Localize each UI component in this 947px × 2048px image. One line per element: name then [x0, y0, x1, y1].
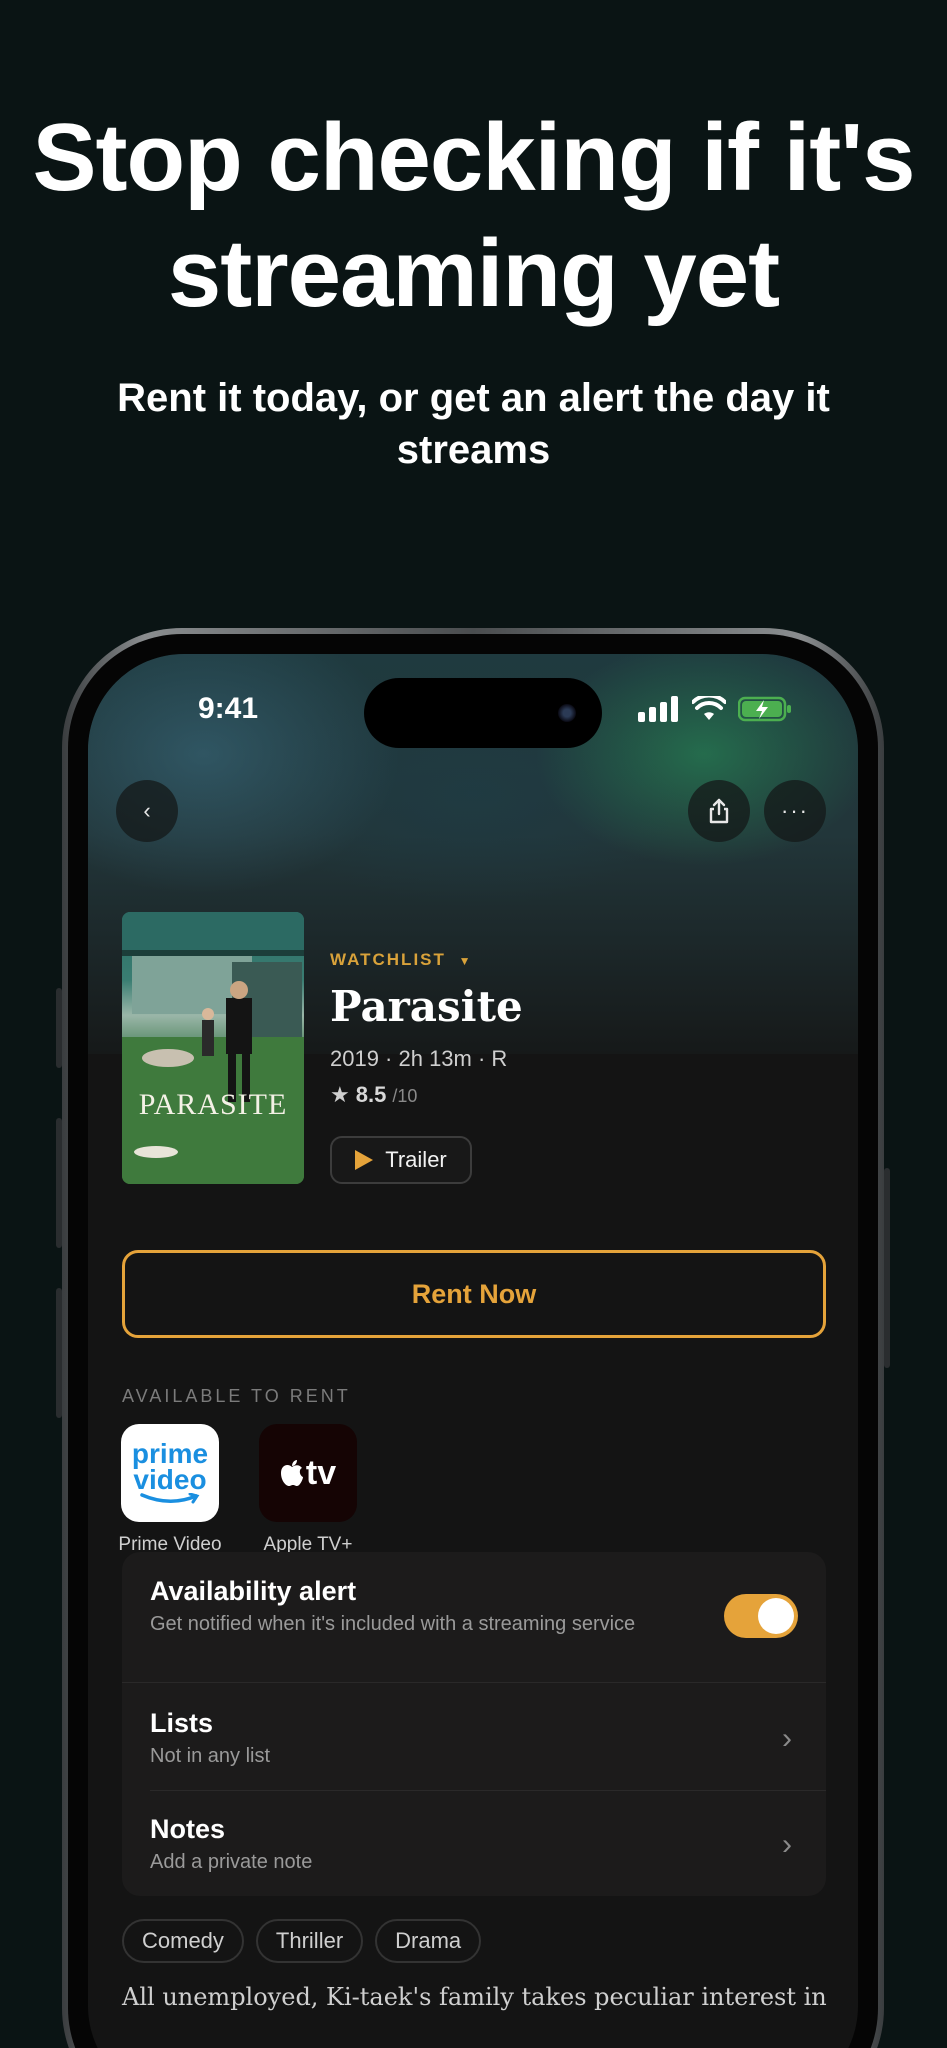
back-button[interactable]: ‹: [116, 780, 178, 842]
more-button[interactable]: ···: [764, 780, 826, 842]
power-button: [884, 1168, 890, 1368]
watchlist-dropdown[interactable]: WATCHLIST ▼: [330, 950, 473, 970]
provider-apple-tv[interactable]: tv Apple TV+: [256, 1424, 360, 1556]
battery-charging-icon: [738, 696, 791, 722]
prime-video-icon: prime video: [121, 1424, 219, 1522]
genre-tag[interactable]: Comedy: [122, 1919, 244, 1963]
movie-meta: 2019 · 2h 13m · R: [330, 1046, 508, 1071]
more-icon: ···: [781, 798, 809, 823]
apple-tv-icon: tv: [259, 1424, 357, 1522]
divider: [122, 1682, 826, 1683]
availability-alert-subtitle: Get notified when it's included with a s…: [150, 1613, 636, 1635]
volume-down-button: [56, 1288, 62, 1418]
availability-alert-row: Availability alert Get notified when it'…: [150, 1576, 798, 1637]
provider-prime-video[interactable]: prime video Prime Video: [118, 1424, 222, 1556]
trailer-button[interactable]: Trailer: [330, 1136, 472, 1184]
promo-subheadline: Rent it today, or get an alert the day i…: [117, 376, 830, 472]
rent-now-button[interactable]: Rent Now: [122, 1250, 826, 1338]
chevron-right-icon: ›: [782, 1828, 792, 1861]
status-icons: [638, 696, 792, 722]
toggle-knob: [758, 1598, 794, 1634]
poster-title: PARASITE: [138, 1088, 288, 1121]
volume-up-button: [56, 1118, 62, 1248]
movie-synopsis: All unemployed, Ki-taek's family takes p…: [122, 1983, 827, 2011]
lists-title: Lists: [150, 1708, 214, 1738]
availability-alert-title: Availability alert: [150, 1576, 357, 1606]
phone-screen: 9:41 ‹ ··· PARASITE WATCHLIST ▼ Parasite…: [88, 654, 858, 2048]
play-icon: [355, 1150, 374, 1170]
notes-subtitle: Add a private note: [150, 1851, 313, 1873]
notes-row[interactable]: Notes Add a private note: [150, 1814, 798, 1875]
phone-frame: 9:41 ‹ ··· PARASITE WATCHLIST ▼ Parasite…: [56, 628, 890, 2048]
chevron-right-icon: ›: [782, 1722, 792, 1755]
notes-title: Notes: [150, 1814, 226, 1844]
rating-max: /10: [392, 1086, 418, 1106]
available-to-rent-label: AVAILABLE TO RENT: [122, 1386, 351, 1406]
lists-subtitle: Not in any list: [150, 1745, 271, 1767]
settings-card: Availability alert Get notified when it'…: [122, 1552, 826, 1896]
action-button: [56, 988, 62, 1068]
movie-title: Parasite: [330, 982, 523, 1031]
divider: [150, 1790, 826, 1791]
apple-tv-logo-text: tv: [305, 1453, 337, 1492]
watchlist-label: WATCHLIST: [330, 950, 446, 969]
genre-tag[interactable]: Thriller: [255, 1919, 364, 1963]
share-button[interactable]: [688, 780, 750, 842]
wifi-icon: [692, 696, 726, 720]
star-icon: ★: [330, 1082, 350, 1107]
signal-icon: [638, 696, 678, 722]
genre-tags: Comedy Thriller Drama: [122, 1919, 482, 1963]
status-time: 9:41: [198, 692, 259, 725]
rating-score: 8.5: [355, 1082, 387, 1107]
camera-icon: [558, 704, 576, 722]
dynamic-island: [364, 678, 602, 748]
lists-row[interactable]: Lists Not in any list: [150, 1708, 798, 1769]
prime-logo-text-2: video: [133, 1464, 207, 1495]
promo-headline: Stop checking if it's streaming yet: [32, 104, 916, 327]
movie-rating: ★ 8.5 /10: [330, 1082, 417, 1108]
chevron-left-icon: ‹: [143, 798, 151, 823]
genre-tag[interactable]: Drama: [375, 1919, 482, 1963]
caret-down-icon: ▼: [458, 954, 473, 968]
share-icon: [709, 798, 729, 824]
prime-smile-icon: [140, 1493, 200, 1504]
availability-alert-toggle[interactable]: [724, 1594, 798, 1638]
apple-logo-icon: [280, 1460, 303, 1486]
trailer-label: Trailer: [385, 1147, 447, 1172]
poster-image: [122, 912, 304, 1184]
movie-poster[interactable]: PARASITE: [122, 912, 304, 1184]
